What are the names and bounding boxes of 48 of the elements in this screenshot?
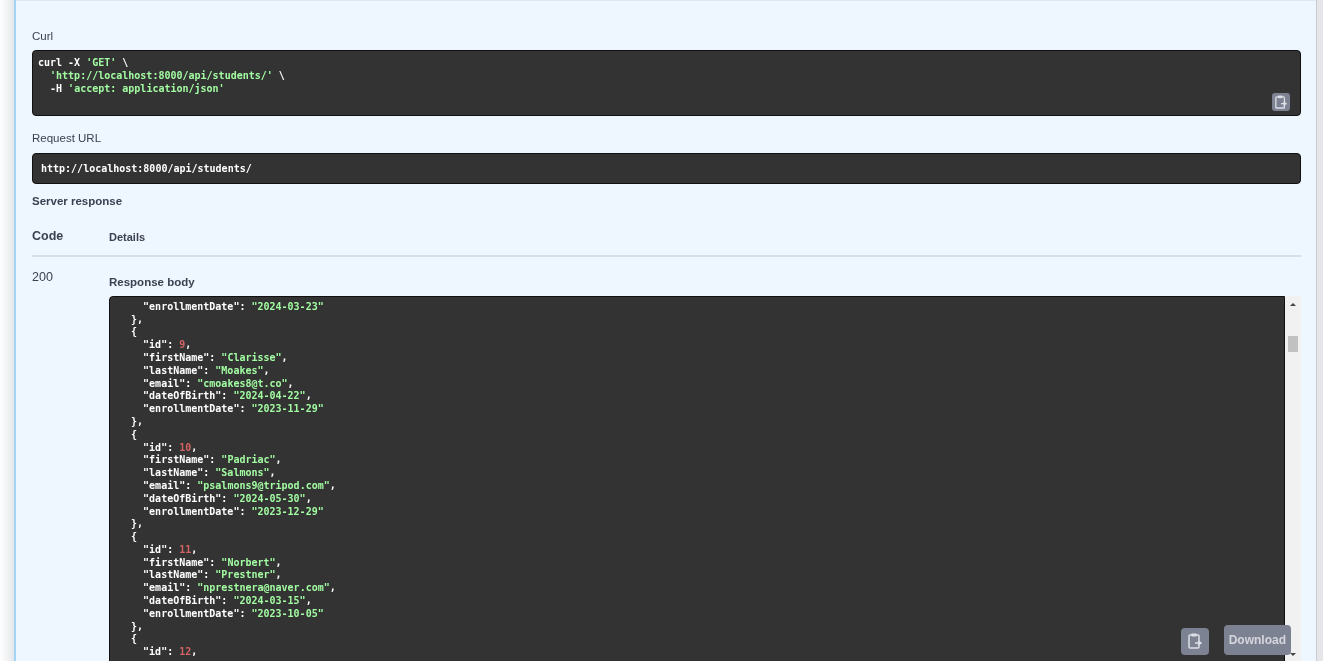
column-header: Details [109,231,146,243]
code-line: "lastName": "Prestner", [142,569,282,582]
code-line: "firstName": "Clarisse", [142,351,288,365]
code-line: { [130,633,138,647]
request-url-label: Request URL [32,131,102,147]
scrollbar[interactable] [1285,295,1301,661]
code-line: "enrollmentDate": "2023-10-05" [142,607,324,621]
curl-label: Curl [32,29,54,44]
code-line: { [130,326,138,340]
code-line: "dateOfBirth": "2024-04-22", [142,390,312,404]
code-line: "lastName": "Moakes", [142,364,270,378]
code-line: "id": 11, [142,543,198,557]
code-line: "email": "cmoakes8@t.co", [142,377,294,390]
code-line: { [130,531,138,544]
code-line: 'http://localhost:8000/api/students/' \ [49,70,285,83]
code-line: "firstName": "Padriac", [142,454,282,468]
scroll-down-icon[interactable] [1290,652,1296,656]
code-line: "enrollmentDate": "2023-11-29" [142,403,324,416]
code-line: "id": 10, [142,441,198,454]
request-url: http://localhost:8000/api/students/ [41,162,252,176]
code-line: { [130,428,138,442]
column-header: Code [32,228,64,243]
code-line: -H 'accept: application/json' [49,82,225,96]
scrollbar-thumb[interactable] [1288,335,1298,352]
code-line: "dateOfBirth": "2024-05-30", [142,492,312,506]
clipboard-icon [1275,95,1287,110]
code-line: }, [130,518,144,532]
code-line: "lastName": "Salmons", [142,467,276,480]
code-line: "email": "nprestnera@naver.com", [142,582,336,595]
code-line: curl -X 'GET' \ [38,57,129,70]
code-line: "email": "psalmons9@tripod.com", [142,479,336,493]
code-line: }, [130,313,144,327]
code-line: "enrollmentDate": "2024-03-23" [142,300,324,314]
server-response-label: Server response [32,193,123,209]
clipboard-icon [1188,633,1202,650]
download-button[interactable]: Download [1223,624,1291,655]
code-line: }, [130,620,144,634]
code-line: }, [130,415,144,429]
code-line: "firstName": "Norbert", [142,556,282,570]
scroll-up-icon[interactable] [1290,302,1296,306]
code-line: "id": 9, [142,339,192,352]
code-line: "id": 12, [142,646,198,660]
status-code: 200 [32,269,53,284]
code-line: "dateOfBirth": "2024-03-15", [142,595,312,608]
code-line: "enrollmentDate": "2023-12-29" [142,505,324,519]
response-body-label: Response body [109,274,195,290]
copy-button[interactable] [1181,627,1209,655]
copy-button[interactable] [1272,93,1290,112]
